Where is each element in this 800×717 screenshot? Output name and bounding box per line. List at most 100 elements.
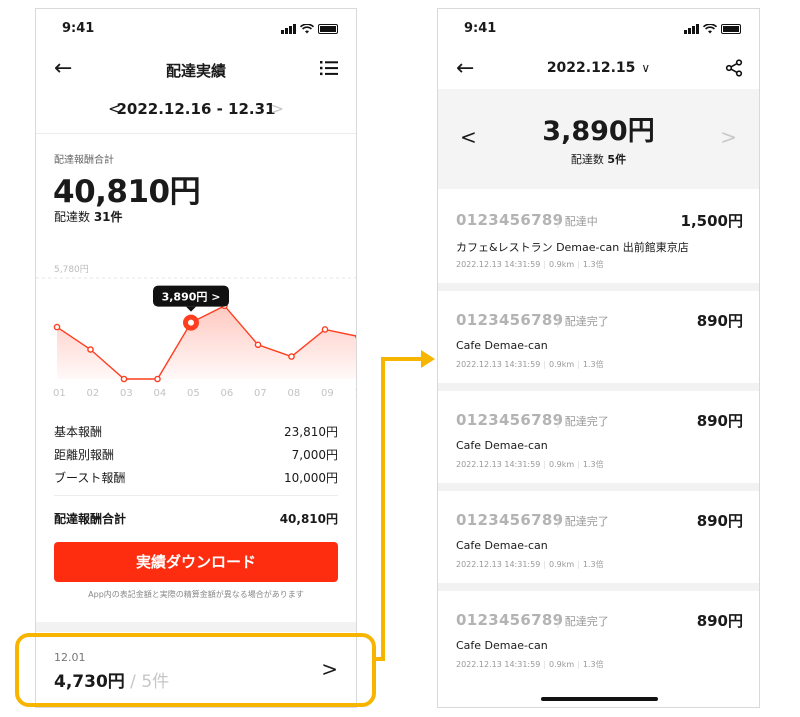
total-label: 配達報酬合計	[54, 155, 114, 166]
divider	[54, 495, 338, 496]
meta-divider: |	[543, 360, 546, 369]
divider	[36, 133, 356, 134]
meta-divider: |	[577, 360, 580, 369]
section-spacer	[36, 622, 356, 632]
order-status: 配達完了	[556, 313, 609, 329]
meta-divider: |	[577, 260, 580, 269]
order-id: 0123456789	[456, 311, 564, 329]
list-separator	[438, 283, 759, 291]
store-name: Cafe Demae-can	[456, 639, 548, 652]
selected-point-center	[188, 319, 194, 326]
x-tick-label: 09	[321, 388, 334, 399]
download-button[interactable]: 実績ダウンロード	[54, 542, 338, 582]
store-name: Cafe Demae-can	[456, 339, 548, 352]
date-dropdown[interactable]: 2022.12.15 ∨	[438, 60, 759, 76]
connector-line	[381, 357, 385, 661]
order-meta: 2022.12.13 14:31:59 | 0.9km | 1.3倍	[456, 359, 604, 370]
breakdown-label: 距離別報酬	[54, 448, 115, 462]
order-id: 0123456789	[456, 211, 564, 229]
list-separator	[438, 483, 759, 491]
order-time: 2022.12.13 14:31:59	[456, 260, 541, 269]
battery-icon	[721, 24, 741, 34]
order-distance: 0.9km	[548, 560, 575, 569]
data-point	[87, 346, 94, 353]
battery-icon	[318, 24, 338, 34]
x-tick-label: 01	[53, 388, 66, 399]
x-tick-label: 07	[254, 388, 267, 399]
connector-line	[381, 357, 423, 361]
x-tick-label: 06	[221, 388, 234, 399]
meta-divider: |	[577, 660, 580, 669]
meta-divider: |	[543, 460, 546, 469]
next-day-icon[interactable]: >	[720, 125, 737, 149]
breakdown-label: ブースト報酬	[54, 471, 126, 485]
order-meta: 2022.12.13 14:31:59 | 0.9km | 1.3倍	[456, 259, 604, 270]
order-amount: 890円	[696, 312, 743, 330]
day-detail-screen: 9:41 ← 2022.12.15 ∨ < 3,890円 配達数 5件 > 012…	[437, 8, 760, 708]
day-summary: < 3,890円 配達数 5件 >	[438, 89, 759, 189]
order-item[interactable]: 0123456789配達完了 890円 Cafe Demae-can 2022.12.…	[438, 591, 759, 689]
x-tick-label: 02	[87, 388, 100, 399]
day-summary-highlight[interactable]	[15, 633, 376, 707]
store-name: Cafe Demae-can	[456, 539, 548, 552]
data-point	[154, 375, 161, 383]
count-prefix: 配達数	[54, 210, 94, 224]
breakdown-value: 7,000円	[291, 448, 338, 462]
breakdown-row: 基本報酬 23,810円	[54, 423, 338, 440]
next-range-icon[interactable]: >	[271, 99, 284, 118]
count-value: 5件	[607, 153, 627, 166]
order-status: 配達完了	[556, 413, 609, 429]
meta-divider: |	[543, 660, 546, 669]
data-point	[355, 334, 356, 339]
order-time: 2022.12.13 14:31:59	[456, 460, 541, 469]
order-multiplier: 1.3倍	[582, 460, 604, 469]
total-amount: 40,810円	[53, 174, 201, 210]
order-item[interactable]: 0123456789配達完了 890円 Cafe Demae-can 2022.12.…	[438, 291, 759, 389]
status-icons	[684, 24, 741, 34]
order-distance: 0.9km	[548, 260, 575, 269]
order-status: 配達完了	[556, 613, 609, 629]
series-area	[57, 305, 356, 379]
share-icon[interactable]	[725, 59, 743, 77]
order-item[interactable]: 0123456789配達完了 890円 Cafe Demae-can 2022.12.…	[438, 391, 759, 489]
date-range-selector: < 2022.12.16 - 12.31 >	[36, 97, 356, 123]
order-status: 配達中	[556, 213, 598, 229]
list-separator	[438, 383, 759, 391]
order-id: 0123456789	[456, 611, 564, 629]
data-point	[288, 353, 295, 360]
order-meta: 2022.12.13 14:31:59 | 0.9km | 1.3倍	[456, 459, 604, 470]
meta-divider: |	[543, 560, 546, 569]
earnings-chart: 5,780円 3,890円 > 01 02 03 04 05 06 07 08 09 10	[36, 264, 356, 399]
tooltip-pointer	[186, 306, 196, 312]
order-item[interactable]: 0123456789配達中 1,500円カフェ&レストラン Demae-can 出…	[438, 191, 759, 289]
order-time: 2022.12.13 14:31:59	[456, 660, 541, 669]
breakdown-total-row: 配達報酬合計 40,810円	[54, 510, 338, 527]
disclaimer-note: App内の表記金額と実際の精算金額が異なる場合があります	[88, 590, 304, 599]
order-item[interactable]: 0123456789配達完了 890円 Cafe Demae-can 2022.12.…	[438, 491, 759, 589]
order-amount: 890円	[696, 612, 743, 630]
store-name: Cafe Demae-can	[456, 439, 548, 452]
status-bar: 9:41	[36, 21, 356, 41]
tooltip-label: 3,890円 >	[162, 291, 221, 304]
order-time: 2022.12.13 14:31:59	[456, 560, 541, 569]
day-delivery-count: 配達数 5件	[438, 151, 759, 167]
max-value-label: 5,780円	[54, 264, 89, 275]
data-point	[254, 341, 262, 349]
x-tick-label: 04	[154, 388, 167, 399]
signal-icon	[684, 24, 699, 34]
order-multiplier: 1.3倍	[582, 360, 604, 369]
data-point	[321, 326, 329, 333]
breakdown-value: 10,000円	[284, 471, 338, 485]
delivery-count: 配達数 31件	[54, 208, 123, 225]
x-tick-label: 08	[288, 388, 301, 399]
order-status: 配達完了	[556, 513, 609, 529]
list-icon[interactable]	[320, 60, 338, 76]
x-tick-label: 05	[187, 388, 200, 399]
breakdown-label: 基本報酬	[54, 425, 103, 439]
chevron-down-icon: ∨	[641, 61, 651, 75]
data-point	[120, 375, 128, 383]
signal-icon	[281, 24, 296, 34]
home-indicator	[541, 697, 658, 701]
order-amount: 1,500円	[680, 212, 743, 230]
day-total-amount: 3,890円	[542, 116, 655, 147]
